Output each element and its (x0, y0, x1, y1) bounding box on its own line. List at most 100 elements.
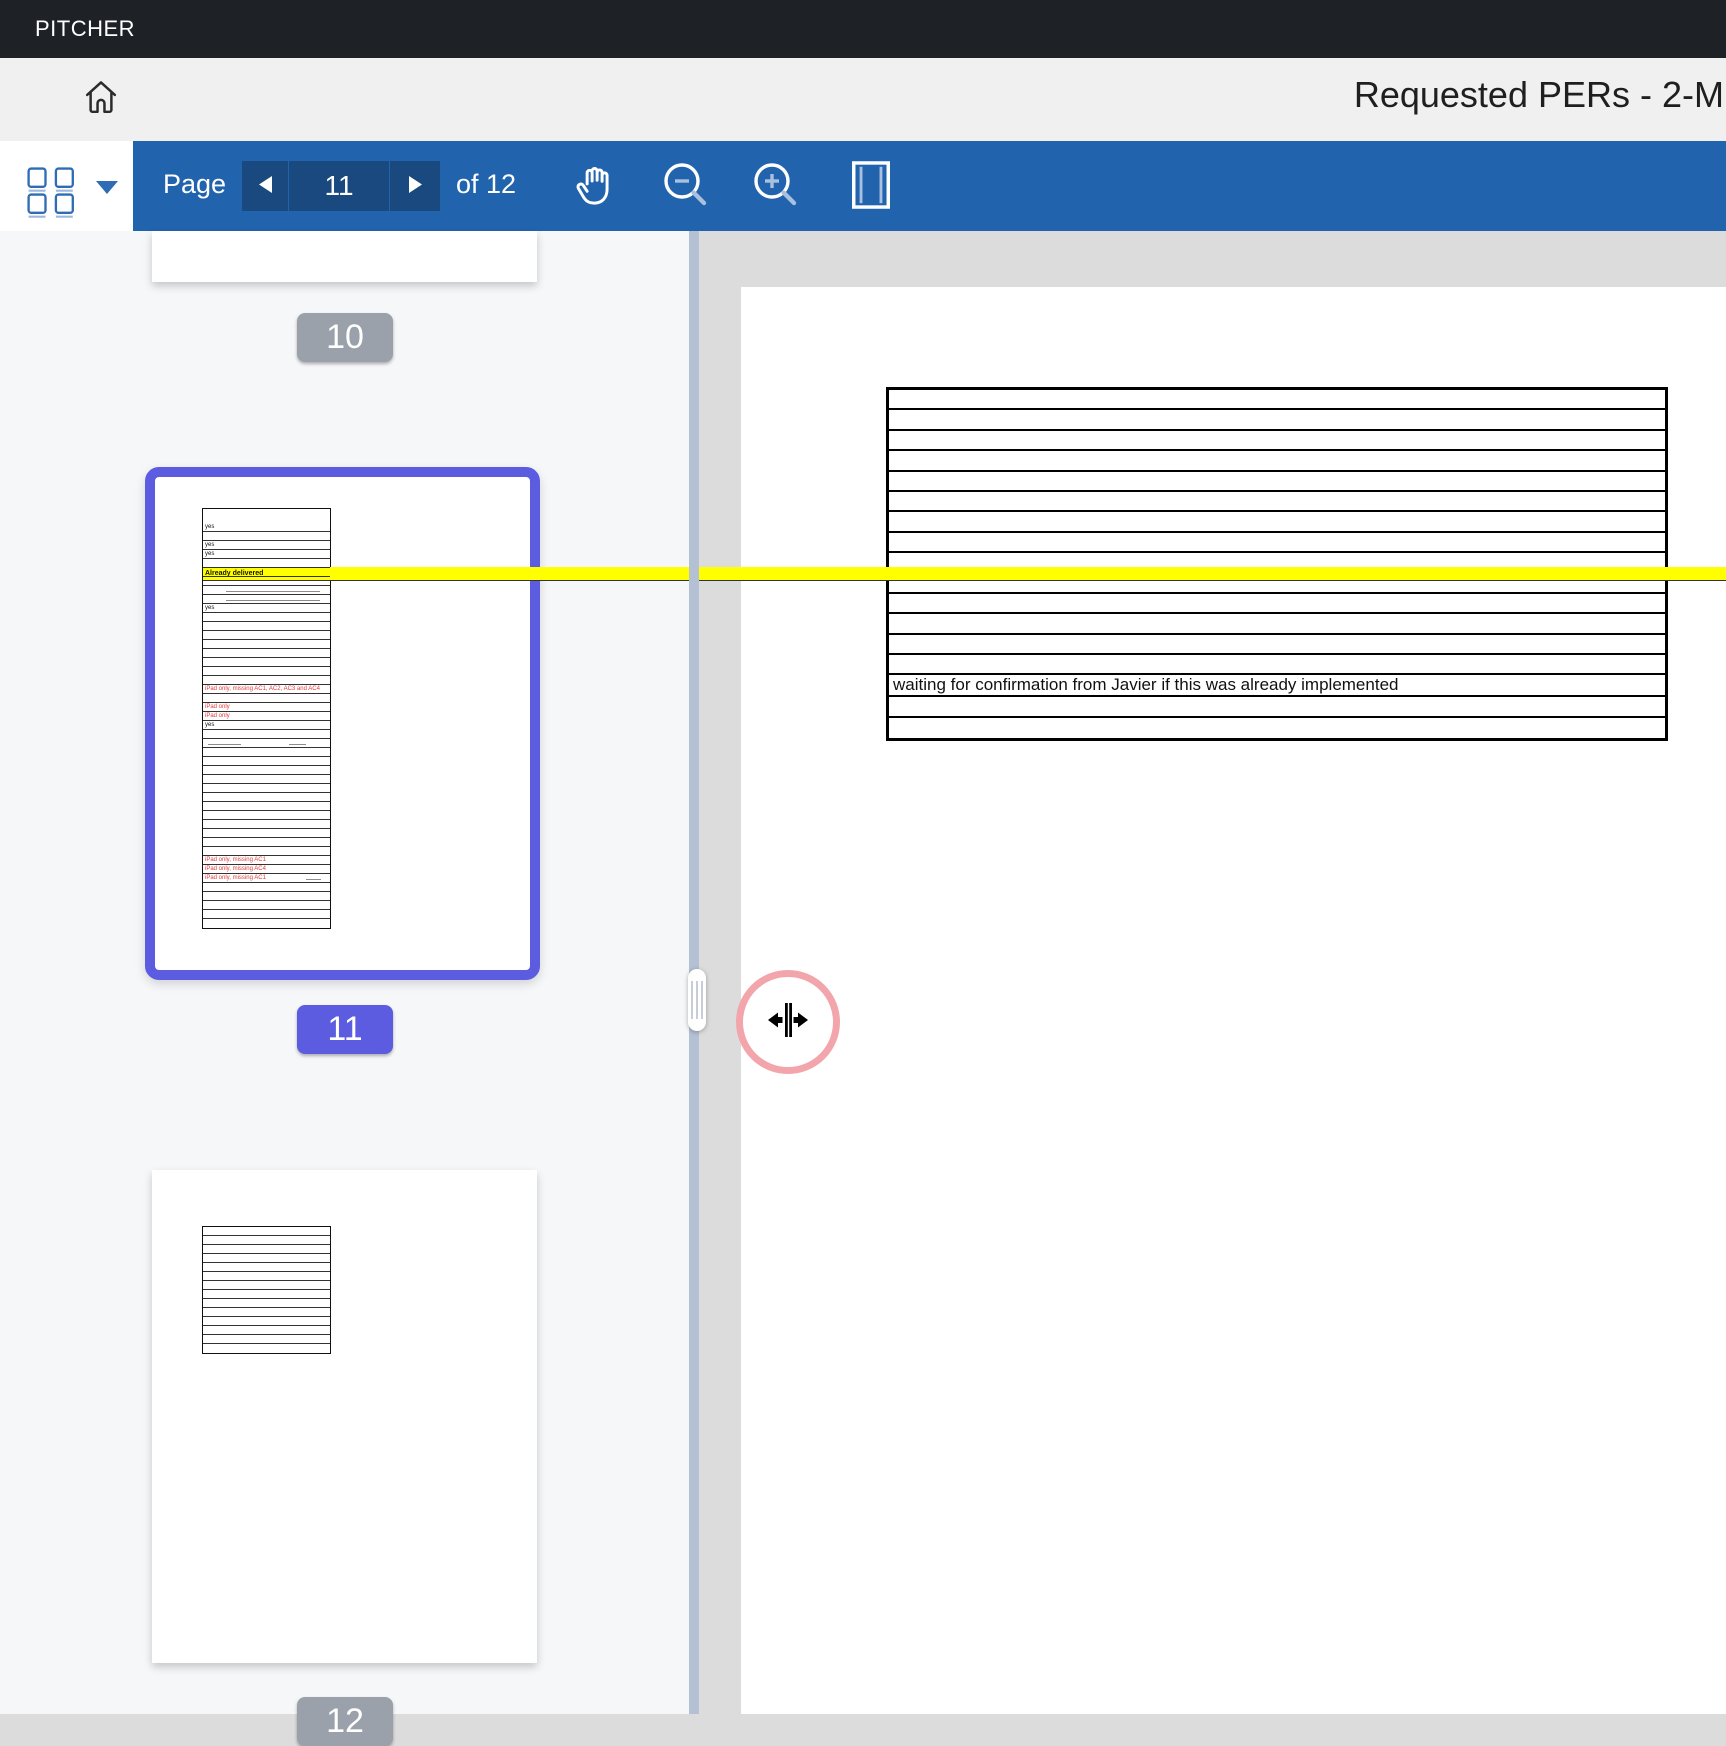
thumb-table-row (203, 1227, 330, 1236)
thumb-table-row (203, 667, 330, 676)
thumb-table-row (203, 1281, 330, 1290)
thumb-table-row (203, 595, 330, 604)
page-number-input[interactable]: 11 (289, 161, 389, 211)
thumb-table-row (203, 919, 330, 928)
thumb-table-row (203, 1254, 330, 1263)
thumb-table-row (203, 676, 330, 685)
document-table-row (889, 614, 1665, 634)
thumb-table-row (203, 820, 330, 829)
document-table-row (889, 655, 1665, 675)
document-viewport: waiting for confirmation from Javier if … (699, 231, 1726, 1714)
page-12-badge: 12 (297, 1697, 393, 1746)
thumb-table-row (203, 1272, 330, 1281)
thumb-table-row (203, 694, 330, 703)
thumb-table-row: iPad only (203, 712, 330, 721)
next-page-icon (409, 176, 422, 196)
thumb-table-row (203, 631, 330, 640)
table-note-text: waiting for confirmation from Javier if … (889, 675, 1398, 695)
horizontal-resize-cursor-icon (766, 1000, 810, 1045)
thumb-table-row: iPad only, missing AC4 (203, 865, 330, 874)
document-page: waiting for confirmation from Javier if … (741, 287, 1726, 1714)
fit-page-icon (848, 160, 894, 213)
thumb-table-row: iPad only, missing AC1, AC2, AC3 and AC4 (203, 685, 330, 694)
document-table-row (889, 718, 1665, 738)
page-navigation: 11 (242, 161, 440, 211)
thumb-table-row (203, 910, 330, 919)
document-table-row (889, 635, 1665, 655)
thumb-table-row: yes (203, 721, 330, 730)
thumb-table-row (203, 586, 330, 595)
thumb-table-row (203, 1344, 330, 1353)
app-brand: PITCHER (35, 0, 135, 58)
thumb-table-row (203, 658, 330, 667)
thumb-table-row (203, 577, 330, 586)
thumb-table-row (203, 1290, 330, 1299)
thumb-table-row: iPad only (203, 703, 330, 712)
thumb-table-row (203, 829, 330, 838)
thumb-table-row (203, 883, 330, 892)
thumb-table-row (203, 1263, 330, 1272)
document-table-row (889, 410, 1665, 430)
thumbnail-page-11-selected[interactable]: Already deliveredyesyesyesyesiPad only, … (145, 467, 540, 980)
thumb-table-row (203, 784, 330, 793)
zoom-out-icon (660, 159, 712, 214)
thumb-table-row (203, 1326, 330, 1335)
document-table-row (889, 594, 1665, 614)
page-count-label: of 12 (456, 169, 516, 200)
thumb-table-row: iPad only, missing AC1 (203, 874, 330, 883)
document-title: Requested PERs - 2-M (1354, 74, 1724, 116)
thumb-table-row (203, 766, 330, 775)
thumb-table-row (203, 847, 330, 856)
zoom-in-button[interactable] (751, 159, 801, 213)
thumbnail-page-12[interactable] (152, 1170, 537, 1663)
thumb-table-row (203, 1317, 330, 1326)
thumb-table-row (203, 748, 330, 757)
thumb-table-row (203, 568, 330, 577)
thumb-table-row (203, 802, 330, 811)
next-page-button[interactable] (390, 161, 440, 211)
zoom-out-button[interactable] (661, 159, 711, 213)
thumb-table-row (203, 1308, 330, 1317)
thumb-table-row (203, 649, 330, 658)
zoom-in-icon (750, 159, 802, 214)
previous-page-button[interactable] (242, 161, 288, 211)
thumb-table-row (203, 892, 330, 901)
document-table-row (889, 492, 1665, 512)
document-table-row (889, 431, 1665, 451)
drag-touch-indicator (736, 970, 840, 1074)
thumb-table-row (203, 613, 330, 622)
app-titlebar: PITCHER (0, 0, 1726, 58)
thumb-table-row (203, 757, 330, 766)
chevron-down-icon (95, 180, 119, 200)
page-label: Page (163, 169, 226, 200)
panel-resize-handle[interactable] (688, 969, 706, 1031)
thumb-table-row (203, 811, 330, 820)
thumb-table-row: yes (203, 541, 330, 550)
thumb-table-row (203, 1335, 330, 1344)
thumb-table-row: yes (203, 604, 330, 613)
thumbnail-panel-toggle[interactable] (0, 141, 133, 231)
thumb-table-row (203, 1236, 330, 1245)
document-table-row: waiting for confirmation from Javier if … (889, 675, 1665, 697)
thumb-table-row (203, 640, 330, 649)
fit-page-button[interactable] (846, 159, 896, 213)
thumb-11-table: Already deliveredyesyesyesyesiPad only, … (202, 508, 331, 929)
thumb-table-row (203, 1299, 330, 1308)
home-button[interactable] (80, 69, 122, 129)
thumbnails-grid-icon (26, 166, 78, 223)
thumbnail-page-10[interactable] (152, 231, 537, 282)
document-table-row (889, 697, 1665, 717)
document-table-row (889, 512, 1665, 532)
thumb-table-row (203, 730, 330, 739)
document-table-row (889, 390, 1665, 410)
thumb-table-row: yes (203, 550, 330, 559)
thumb-table-row (203, 838, 330, 847)
thumb-table-row: yes (203, 523, 330, 532)
thumb-table-row (203, 775, 330, 784)
hand-pan-tool-button[interactable] (571, 159, 621, 213)
hand-pan-icon (572, 161, 620, 212)
thumb-table-row (203, 793, 330, 802)
thumb-table-row: iPad only, missing AC1 (203, 856, 330, 865)
previous-page-icon (259, 176, 272, 196)
thumb-table-row: Already delivered (203, 567, 1726, 581)
